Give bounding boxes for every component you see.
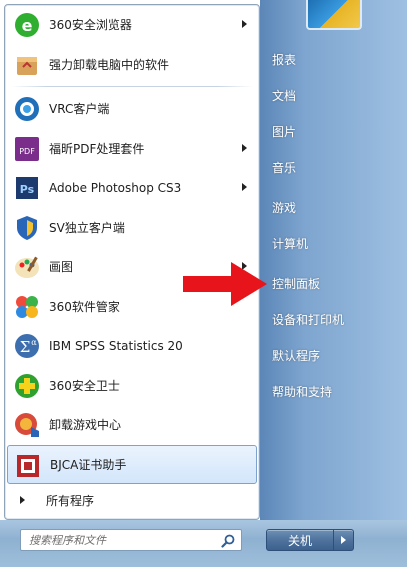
link-devices-printers[interactable]: 设备和打印机	[270, 310, 344, 330]
search-input[interactable]	[29, 533, 219, 547]
program-label: IBM SPSS Statistics 20	[49, 338, 183, 353]
svg-text:e: e	[22, 16, 33, 35]
search-icon[interactable]	[221, 534, 235, 548]
shutdown-options-button[interactable]	[334, 529, 354, 551]
360-security-icon	[11, 370, 43, 402]
program-label: VRC客户端	[49, 102, 110, 117]
uninstall-box-icon	[11, 49, 43, 81]
program-item[interactable]: SV独立客户端	[5, 208, 259, 248]
program-item[interactable]: 卸载游戏中心	[5, 405, 259, 445]
program-label: BJCA证书助手	[50, 457, 127, 472]
program-item[interactable]: 360安全卫士	[5, 366, 259, 406]
shutdown-label: 关机	[287, 533, 312, 548]
bjca-certificate-icon	[12, 450, 44, 482]
program-label: 画图	[49, 260, 74, 275]
svg-text:α: α	[31, 338, 37, 347]
link-default-programs[interactable]: 默认程序	[270, 346, 320, 366]
link-help-support[interactable]: 帮助和支持	[270, 382, 332, 402]
program-label: SV独立客户端	[49, 220, 125, 235]
program-label: 卸载游戏中心	[49, 418, 122, 433]
svg-text:Ps: Ps	[20, 183, 35, 196]
foxit-pdf-icon: PDF	[11, 133, 43, 165]
360-software-manager-icon	[11, 291, 43, 323]
program-label: 360软件管家	[49, 299, 120, 314]
submenu-arrow-icon[interactable]	[242, 183, 247, 191]
link-control-panel[interactable]: 控制面板	[270, 274, 320, 294]
all-programs-label: 所有程序	[46, 493, 95, 508]
link-games[interactable]: 游戏	[270, 198, 296, 218]
program-item[interactable]: 强力卸载电脑中的软件	[5, 45, 259, 85]
program-item[interactable]: VRC客户端	[5, 89, 259, 129]
program-label: 福昕PDF处理套件	[49, 141, 145, 156]
paint-palette-icon	[11, 251, 43, 283]
all-programs-button[interactable]: 所有程序	[4, 487, 260, 513]
program-label: 强力卸载电脑中的软件	[49, 57, 170, 72]
expand-arrow-icon	[20, 496, 25, 504]
360-browser-icon: e	[11, 9, 43, 41]
program-label: 360安全卫士	[49, 378, 120, 393]
red-annotation-arrow-icon	[183, 262, 267, 306]
search-box[interactable]	[20, 529, 242, 551]
svg-text:Σ: Σ	[20, 338, 31, 356]
program-label: Adobe Photoshop CS3	[49, 180, 182, 195]
svg-text:PDF: PDF	[19, 147, 35, 156]
submenu-arrow-icon[interactable]	[242, 20, 247, 28]
program-item[interactable]: BJCA证书助手	[7, 444, 257, 484]
program-item[interactable]: e 360安全浏览器	[5, 5, 259, 45]
program-item[interactable]: Σα IBM SPSS Statistics 20	[5, 326, 259, 366]
right-pane	[260, 0, 407, 520]
spss-icon: Σα	[11, 330, 43, 362]
link-reports[interactable]: 报表	[270, 50, 296, 70]
submenu-arrow-icon[interactable]	[242, 143, 247, 152]
link-computer[interactable]: 计算机	[270, 234, 308, 254]
separator	[11, 86, 253, 87]
user-picture[interactable]	[306, 0, 362, 30]
program-item[interactable]: PDF 福昕PDF处理套件	[5, 129, 259, 169]
program-label: 360安全浏览器	[49, 18, 132, 33]
shutdown-button[interactable]: 关机	[266, 529, 334, 551]
game-center-uninstall-icon	[11, 409, 43, 441]
photoshop-icon: Ps	[11, 172, 43, 204]
sv-shield-icon	[11, 212, 43, 244]
start-menu: e 360安全浏览器强力卸载电脑中的软件 VRC客户端 PDF 福昕PDF处理套件 Ps…	[0, 0, 407, 567]
link-music[interactable]: 音乐	[270, 158, 296, 178]
vrc-client-icon	[11, 93, 43, 125]
program-item[interactable]: Ps Adobe Photoshop CS3	[5, 168, 259, 208]
link-documents[interactable]: 文档	[270, 86, 296, 106]
link-pictures[interactable]: 图片	[270, 122, 296, 142]
